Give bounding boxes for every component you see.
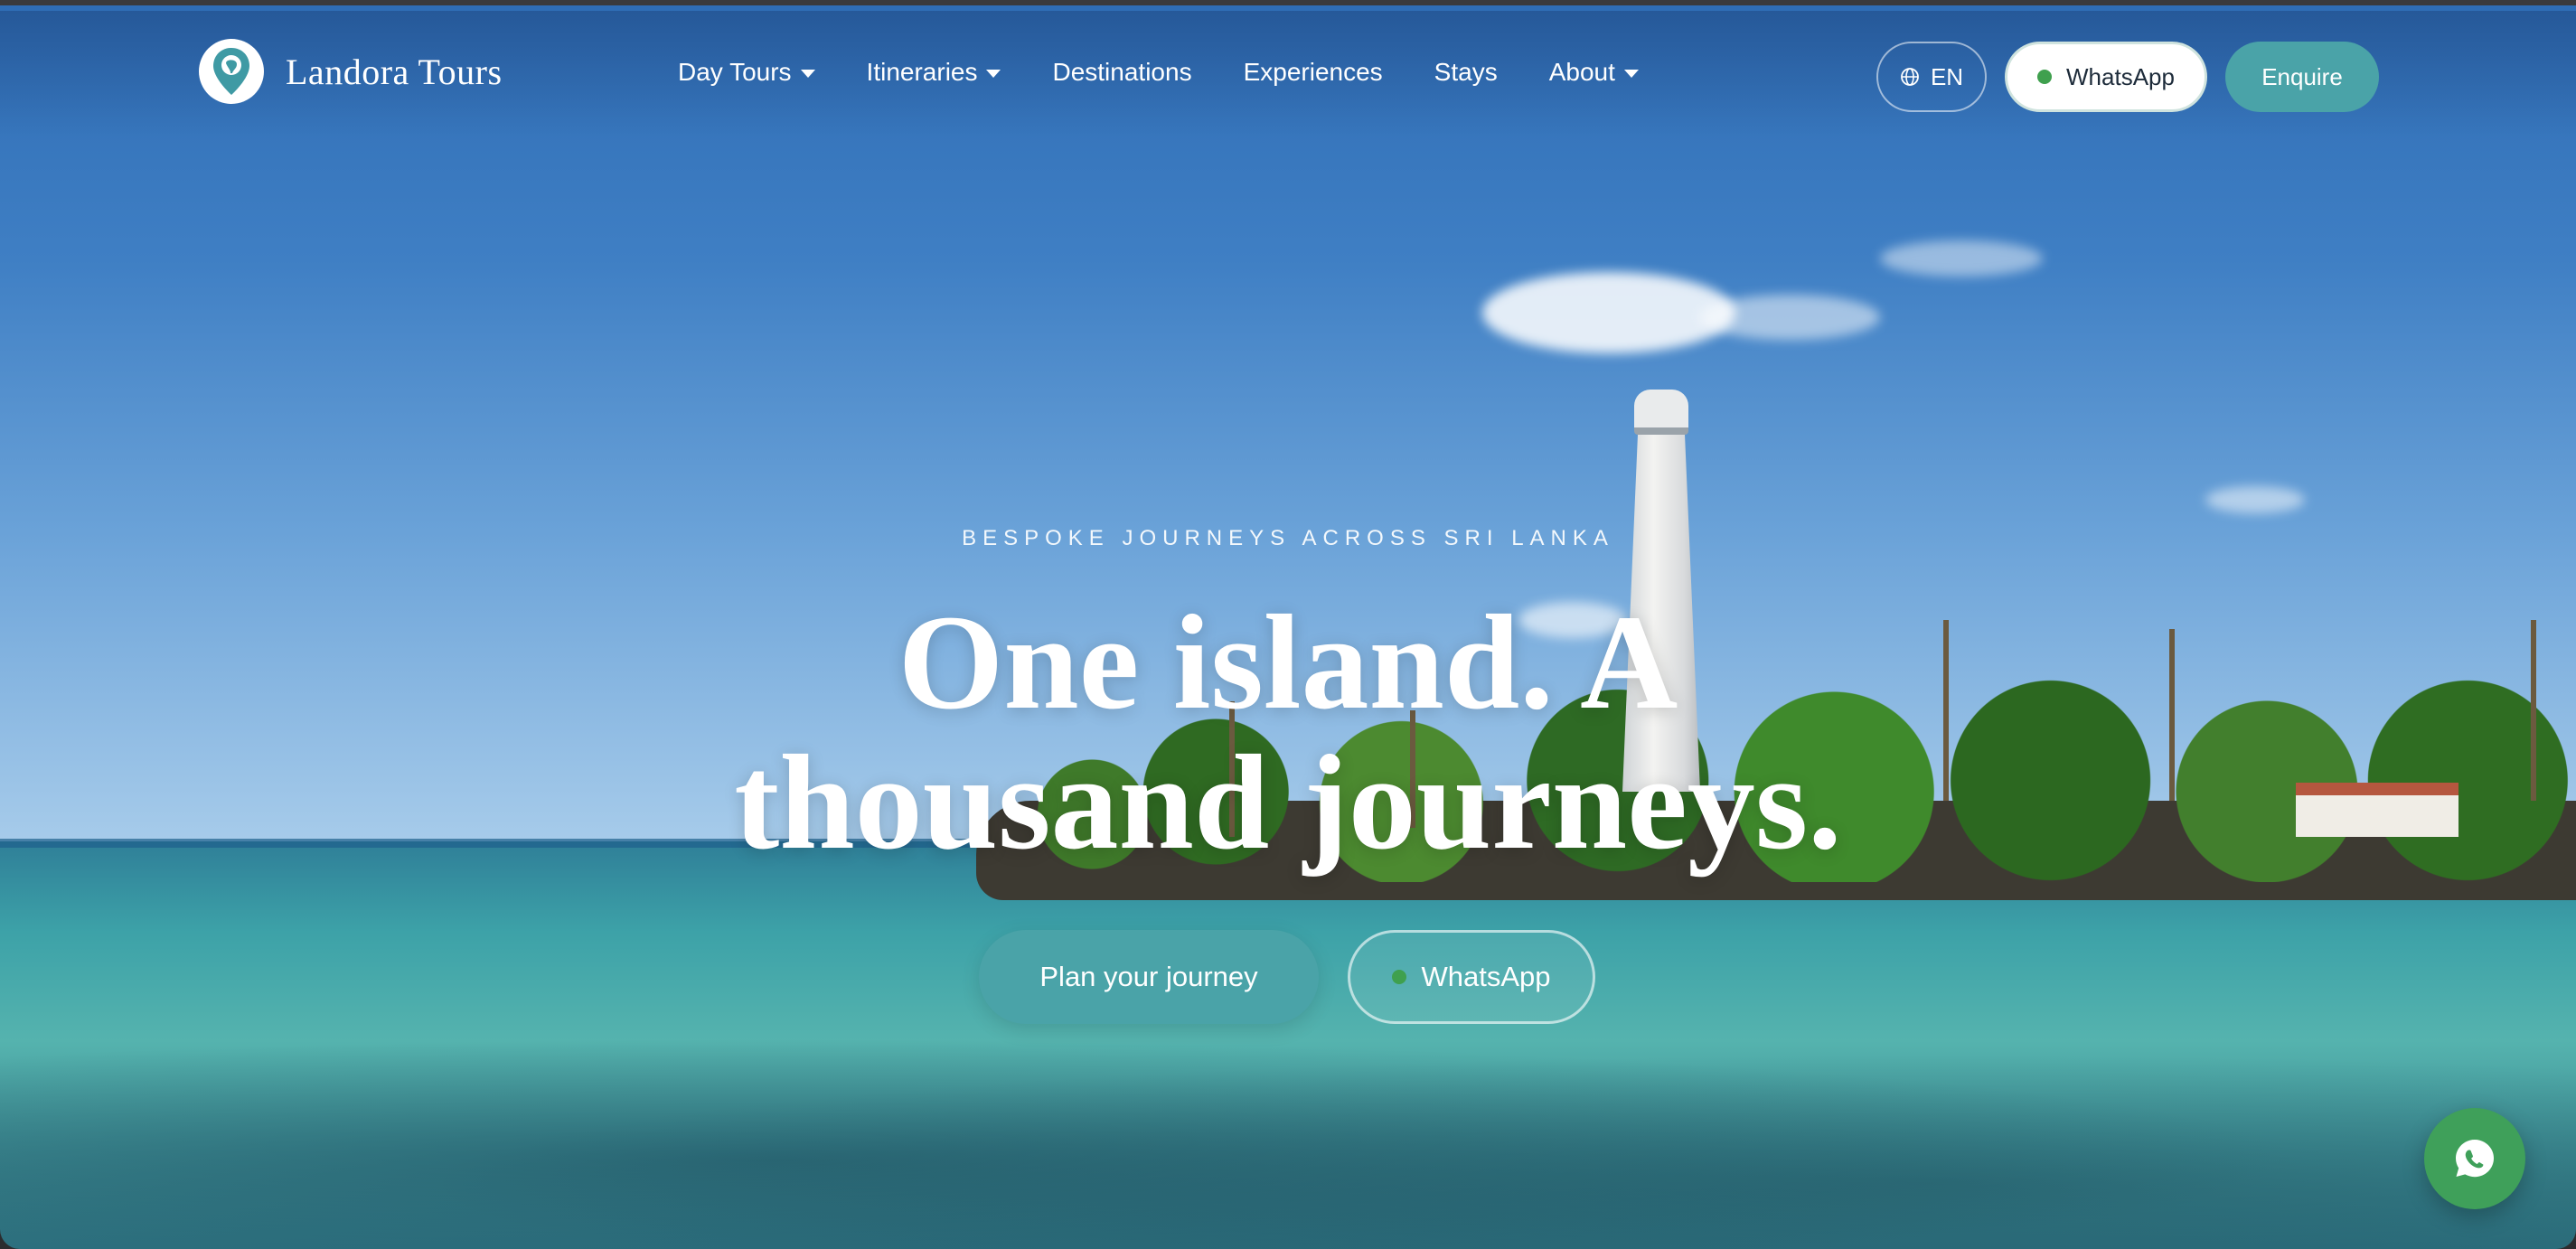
whatsapp-label: WhatsApp xyxy=(2066,62,2175,90)
nav-item-label: Day Tours xyxy=(678,58,792,86)
cloud xyxy=(1880,240,2043,277)
nav-item-stays[interactable]: Stays xyxy=(1434,58,1498,87)
sea-shade xyxy=(0,1018,2576,1249)
online-status-dot xyxy=(2037,70,2053,84)
brand-link[interactable]: Landora Tours xyxy=(199,39,503,104)
palm-trunk xyxy=(2531,620,2536,801)
caret-down-icon xyxy=(800,70,815,78)
main-menu: Day Tours Itineraries Destinations Exper… xyxy=(678,58,1690,87)
nav-item-label: Destinations xyxy=(1052,58,1192,86)
language-label: EN xyxy=(1930,62,1964,90)
palm-trunk xyxy=(2169,629,2175,801)
nav-item-label: Experiences xyxy=(1243,58,1383,86)
nav-item-about[interactable]: About xyxy=(1549,58,1639,87)
header-whatsapp-button[interactable]: WhatsApp xyxy=(2005,42,2207,112)
nav-item-label: About xyxy=(1548,58,1615,86)
hero-eyebrow: BESPOKE JOURNEYS ACROSS SRI LANKA xyxy=(962,526,1614,550)
language-selector[interactable]: EN xyxy=(1876,42,1987,112)
brand-name: Landora Tours xyxy=(286,51,503,92)
nav-item-label: Itineraries xyxy=(866,58,978,86)
caret-down-icon xyxy=(1623,70,1639,78)
cloud xyxy=(2205,486,2305,513)
nav-item-destinations[interactable]: Destinations xyxy=(1052,58,1191,87)
enquire-button[interactable]: Enquire xyxy=(2225,42,2379,112)
cloud xyxy=(1699,295,1880,340)
whatsapp-label: WhatsApp xyxy=(1421,961,1551,992)
beach-house xyxy=(2296,783,2458,837)
nav-item-label: Stays xyxy=(1434,58,1498,86)
nav-item-itineraries[interactable]: Itineraries xyxy=(867,58,1001,87)
plan-journey-button[interactable]: Plan your journey xyxy=(979,930,1319,1024)
cloud xyxy=(1482,272,1735,353)
nav-item-experiences[interactable]: Experiences xyxy=(1244,58,1383,87)
browser-viewport: Landora Tours Day Tours Itineraries Dest… xyxy=(0,0,2576,1249)
nav-item-day-tours[interactable]: Day Tours xyxy=(678,58,815,87)
globe-icon xyxy=(1901,68,1919,86)
hero-whatsapp-button[interactable]: WhatsApp xyxy=(1348,930,1595,1024)
online-status-dot xyxy=(1392,970,1407,984)
site-header: Landora Tours Day Tours Itineraries Dest… xyxy=(0,11,2576,137)
caret-down-icon xyxy=(986,70,1001,78)
lighthouse-lantern xyxy=(1634,390,1688,435)
palm-trunk xyxy=(1943,620,1949,801)
floating-whatsapp-button[interactable] xyxy=(2424,1108,2525,1209)
hero-headline: One island. A thousand journeys. xyxy=(734,587,1842,878)
map-pin-elephant-icon xyxy=(199,39,264,104)
whatsapp-icon xyxy=(2456,1140,2494,1178)
